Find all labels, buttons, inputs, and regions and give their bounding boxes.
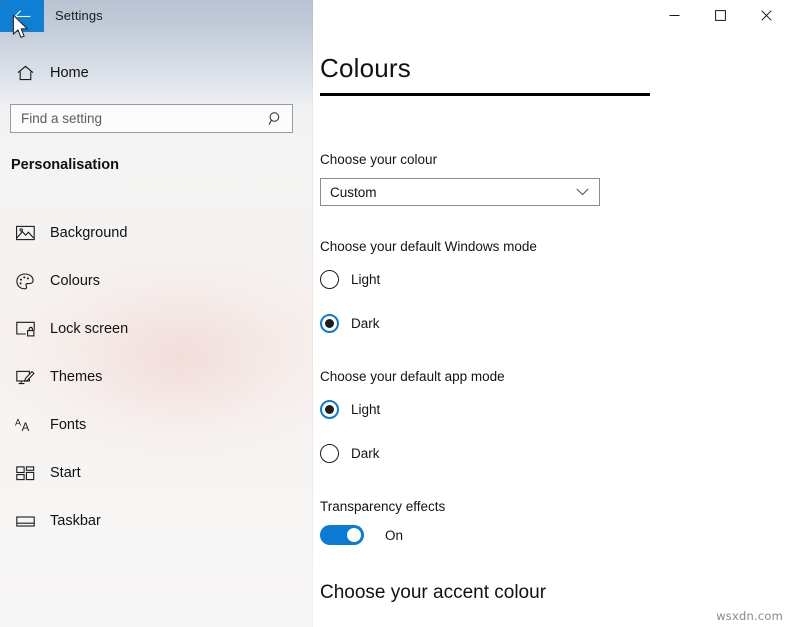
sidebar-item-themes-label: Themes	[50, 369, 103, 385]
back-button[interactable]	[0, 0, 44, 32]
choose-colour-value: Custom	[330, 184, 377, 200]
sidebar-item-lock-screen[interactable]: Lock screen	[0, 305, 313, 353]
radio-circle-selected-icon	[320, 313, 339, 333]
sidebar-item-taskbar[interactable]: Taskbar	[0, 497, 313, 545]
transparency-effects-state: On	[385, 527, 404, 543]
transparency-effects-label: Transparency effects	[320, 499, 446, 514]
search-box[interactable]	[10, 104, 293, 133]
sidebar-nav-list: Background Colours Lock screen Themes A …	[0, 209, 313, 545]
sidebar-item-lock-screen-label: Lock screen	[50, 321, 129, 337]
themes-brush-icon	[12, 369, 38, 386]
sidebar-item-colours-label: Colours	[50, 273, 100, 289]
radio-windows-mode-dark[interactable]: Dark	[320, 312, 380, 334]
radio-windows-mode-dark-label: Dark	[351, 315, 380, 331]
main-content: Colours Choose your colour Custom Choose…	[313, 0, 789, 627]
sidebar-item-start[interactable]: Start	[0, 449, 313, 497]
search-icon	[262, 111, 288, 126]
transparency-effects-row: On	[320, 525, 403, 545]
fonts-aa-icon: A A	[12, 417, 38, 433]
sidebar-item-fonts[interactable]: A A Fonts	[0, 401, 313, 449]
app-mode-label: Choose your default app mode	[320, 369, 505, 384]
sidebar-item-taskbar-label: Taskbar	[50, 513, 101, 529]
radio-app-mode-light[interactable]: Light	[320, 398, 380, 420]
radio-app-mode-light-label: Light	[351, 401, 381, 417]
search-input[interactable]	[11, 105, 262, 132]
toggle-knob	[347, 528, 361, 542]
sidebar-item-colours[interactable]: Colours	[0, 257, 313, 305]
choose-colour-dropdown[interactable]: Custom	[320, 178, 600, 206]
picture-icon	[12, 225, 38, 241]
sidebar-item-home[interactable]: Home	[0, 58, 313, 88]
radio-windows-mode-light-label: Light	[351, 271, 381, 287]
radio-app-mode-dark[interactable]: Dark	[320, 442, 380, 464]
palette-icon	[12, 272, 38, 290]
svg-text:A: A	[15, 418, 21, 428]
sidebar-section-header: Personalisation	[11, 157, 119, 173]
settings-window: Settings Home Personalisation	[0, 0, 789, 627]
home-icon	[12, 65, 38, 81]
choose-colour-label: Choose your colour	[320, 152, 438, 167]
back-arrow-icon	[13, 9, 30, 23]
close-icon	[760, 10, 772, 21]
sidebar-item-home-label: Home	[50, 65, 89, 81]
start-tiles-icon	[12, 465, 38, 481]
maximize-icon	[714, 10, 726, 21]
radio-windows-mode-light[interactable]: Light	[320, 268, 380, 290]
window-title: Settings	[55, 8, 103, 23]
lock-screen-icon	[12, 321, 38, 337]
window-controls	[651, 0, 789, 31]
radio-circle-icon	[320, 443, 339, 463]
sidebar-item-fonts-label: Fonts	[50, 417, 87, 433]
accent-colour-heading: Choose your accent colour	[320, 582, 547, 603]
watermark: wsxdn.com	[716, 609, 783, 623]
sidebar: Settings Home Personalisation	[0, 0, 313, 627]
windows-mode-label: Choose your default Windows mode	[320, 239, 537, 254]
maximize-button[interactable]	[697, 0, 743, 31]
title-underline	[320, 93, 650, 96]
radio-circle-icon	[320, 269, 339, 289]
chevron-down-icon	[576, 188, 599, 196]
page-title: Colours	[320, 53, 411, 83]
sidebar-item-background[interactable]: Background	[0, 209, 313, 257]
sidebar-item-background-label: Background	[50, 225, 128, 241]
radio-app-mode-dark-label: Dark	[351, 445, 380, 461]
radio-circle-selected-icon	[320, 399, 339, 419]
sidebar-item-themes[interactable]: Themes	[0, 353, 313, 401]
taskbar-icon	[12, 515, 38, 528]
transparency-effects-toggle[interactable]	[320, 525, 364, 545]
sidebar-item-start-label: Start	[50, 465, 81, 481]
svg-text:A: A	[22, 422, 30, 433]
minimize-button[interactable]	[651, 0, 697, 31]
close-button[interactable]	[743, 0, 789, 31]
minimize-icon	[669, 15, 679, 16]
